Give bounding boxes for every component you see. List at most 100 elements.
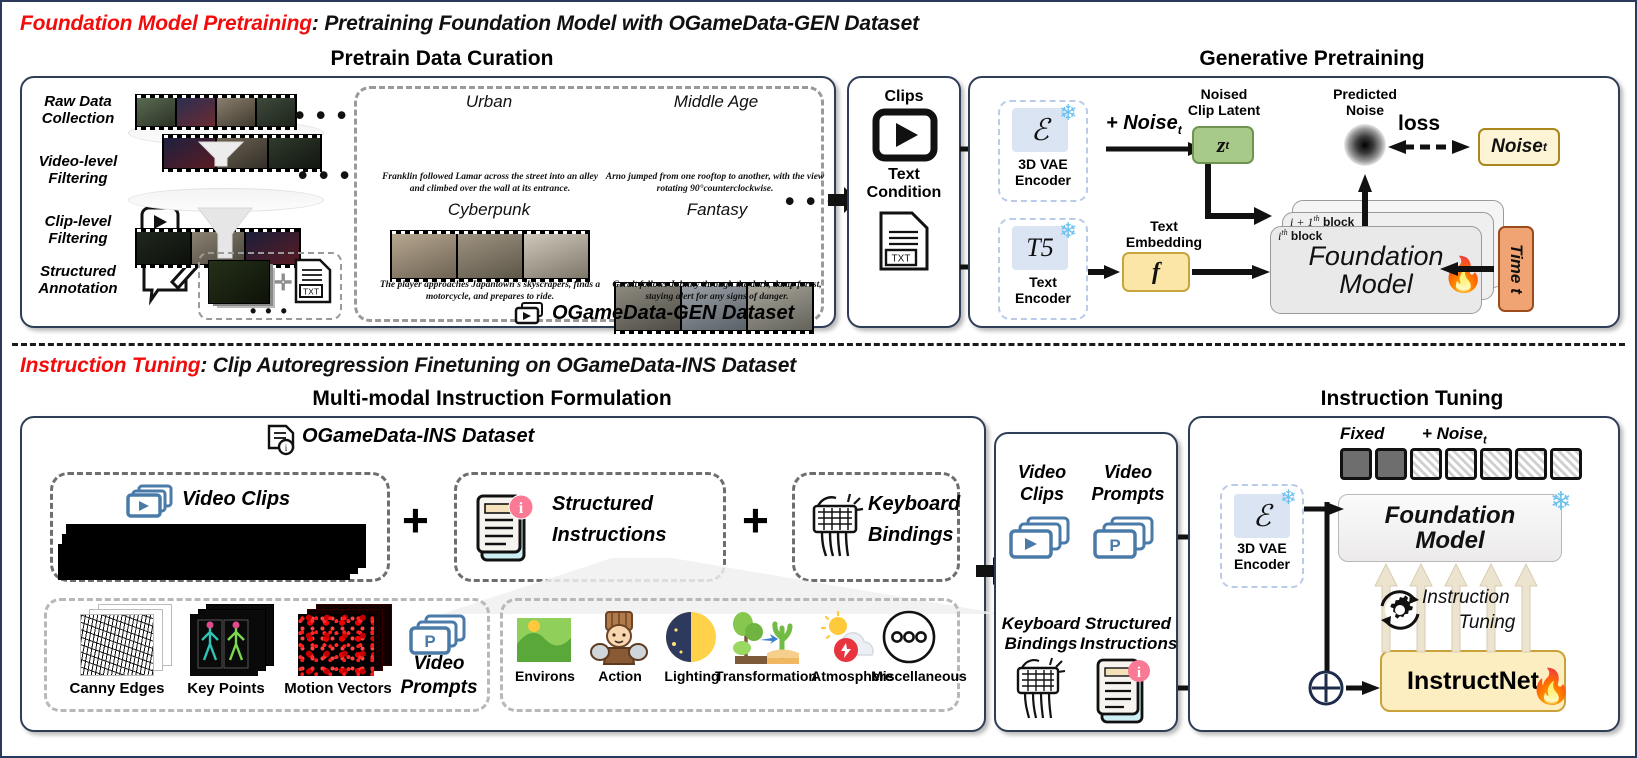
ellipsis-circle-icon — [882, 610, 936, 664]
video-clips-stack-icon — [126, 484, 173, 518]
video-prompts-input-label: Video Prompts — [1091, 462, 1165, 504]
ogamedata-ins-label: OGameData-INS Dataset — [302, 425, 535, 447]
motion-vectors-thumb — [298, 614, 374, 676]
canny-edges-thumb — [80, 614, 154, 676]
keyboard-bindings-icon — [812, 493, 864, 557]
video-clips-input-icon — [1009, 516, 1070, 559]
canny-edges-label: Canny Edges — [69, 680, 165, 697]
sample-caption-cyberpunk: The player approaches Japantown's skyscr… — [379, 280, 601, 302]
multimodal-instruction-title: Multi-modal Instruction Formulation — [312, 387, 672, 410]
noised-clip-latent-label: Noised Clip Latent — [1187, 86, 1261, 119]
text-embedding-label: Text Embedding — [1125, 218, 1203, 251]
video-prompts-stack-icon: P — [409, 614, 466, 655]
snowflake-icon-foundation-bottom: ❄ — [1550, 486, 1572, 516]
token-row — [1340, 448, 1582, 480]
svg-text:P: P — [1109, 536, 1120, 555]
video-prompts-label: Video Prompts — [400, 653, 478, 698]
plus-sign-small: ✛ — [274, 270, 293, 295]
genre-label-cyberpunk: Cyberpunk — [447, 200, 531, 219]
structured-instructions-input-icon: i — [1096, 658, 1150, 724]
category-label-miscellaneous: Miscellaneous — [871, 668, 967, 684]
stage-label-video-level-filtering: Video-level Filtering — [38, 153, 118, 187]
video-clips-label: Video Clips — [182, 488, 291, 510]
svg-text:i: i — [1137, 665, 1141, 681]
funnel-arrow-1-icon — [197, 141, 245, 167]
snowflake-icon-vae-bottom: ❄ — [1280, 487, 1297, 509]
pretrain-data-curation-title: Pretrain Data Curation — [330, 47, 554, 70]
loss-double-arrow-icon — [1388, 140, 1470, 154]
sample-caption-urban: Franklin followed Lamar across the stree… — [382, 172, 598, 194]
top-banner-bold: Foundation Model Pretraining — [20, 12, 312, 35]
clips-label: Clips — [884, 88, 924, 105]
svg-text:i: i — [519, 500, 524, 517]
ogamedata-gen-label: OGameData-GEN Dataset — [552, 302, 795, 324]
txt-file-icon: TXT — [294, 258, 332, 304]
structured-instructions-icon: i — [476, 494, 534, 562]
stage-label-raw-data: Raw Data Collection — [41, 93, 115, 127]
t5-encoder-label: Text Encoder — [1014, 274, 1071, 307]
structured-annotation-ellipsis: • • • — [250, 301, 289, 321]
video-level-ellipsis: • • • — [298, 160, 352, 190]
weather-icon — [820, 610, 874, 662]
text-embedding-box: f — [1122, 252, 1190, 292]
genre-label-middle-age: Middle Age — [673, 92, 759, 111]
key-points-label: Key Points — [187, 680, 265, 697]
token-fixed-2 — [1375, 448, 1407, 480]
instruction-tuning-title: Instruction Tuning — [1320, 387, 1504, 410]
annotated-clip-thumb — [208, 260, 270, 304]
arrow-foundation-to-prediction-icon — [1358, 174, 1372, 226]
video-stack-icon-gen — [514, 302, 543, 325]
token-noise-3 — [1480, 448, 1512, 480]
instruction-tuning-label: Instruction Tuning — [1422, 587, 1516, 633]
top-banner-rest: : Pretraining Foundation Model with OGam… — [311, 12, 919, 35]
motion-vectors-label: Motion Vectors — [284, 680, 392, 697]
structured-instructions-input-label: Structured Instructions — [1080, 614, 1178, 654]
vae-encoder-label: 3D VAE Encoder — [1014, 156, 1071, 189]
plants-icon — [733, 612, 799, 664]
arrow-time-to-foundation-icon — [1440, 262, 1494, 276]
funnel-arrow-2-icon — [196, 207, 254, 259]
time-t-box: Time t — [1498, 226, 1534, 312]
category-label-environs: Environs — [515, 668, 575, 684]
video-prompts-input-icon: P — [1093, 516, 1154, 559]
text-condition-txt-icon: TXT — [879, 211, 929, 271]
plus-sign-1: + — [402, 494, 429, 546]
stage-label-clip-level-filtering: Clip-level Filtering — [44, 213, 112, 247]
snowflake-icon-vae: ❄ — [1059, 100, 1078, 125]
raw-data-ellipsis: • • • — [295, 100, 349, 130]
arrow-f-to-foundation-icon — [1192, 265, 1270, 279]
arrow-sum-to-instructnet-icon — [1346, 681, 1380, 695]
bottom-banner: Instruction Tuning: Clip Autoregression … — [20, 354, 796, 378]
predicted-noise-blob — [1344, 124, 1386, 166]
keyboard-bindings-input-icon — [1016, 657, 1066, 719]
svg-text:P: P — [424, 632, 435, 651]
video-clip-stack-back — [66, 524, 366, 568]
arrow-to-latent-icon — [1106, 142, 1204, 156]
sample-film-urban — [390, 230, 590, 282]
fire-icon-instructnet: 🔥 — [1530, 668, 1573, 706]
vae-encoder-label-bottom: 3D VAE Encoder — [1233, 540, 1290, 573]
snowflake-icon-t5: ❄ — [1059, 218, 1078, 243]
video-clips-input-label: Video Clips — [1017, 462, 1067, 504]
add-noise-label-bottom: + Noiset — [1422, 424, 1487, 447]
svg-text:TXT: TXT — [303, 287, 319, 297]
gear-refresh-icon — [1380, 590, 1420, 630]
sum-operator-icon — [1308, 670, 1344, 706]
section-divider — [12, 343, 1625, 346]
token-noise-4 — [1515, 448, 1547, 480]
keyboard-bindings-input-label: Keyboard Bindings — [1001, 614, 1081, 654]
figure-root: Foundation Model Pretraining: Pretrainin… — [0, 0, 1637, 758]
key-points-thumb — [190, 614, 258, 676]
token-noise-5 — [1550, 448, 1582, 480]
text-condition-label: Text Condition — [866, 166, 942, 202]
svg-text:TXT: TXT — [892, 254, 911, 265]
ins-dataset-icon: i — [267, 424, 295, 456]
clips-play-icon — [872, 108, 938, 162]
sample-caption-fantasy: Geralt follows Johnny through the dark, … — [612, 280, 822, 302]
bottom-banner-rest: : Clip Autoregression Finetuning on OGam… — [200, 354, 797, 377]
token-fixed-1 — [1340, 448, 1372, 480]
foundation-model-box-bottom: Foundation Model — [1338, 494, 1562, 562]
top-banner: Foundation Model Pretraining: Pretrainin… — [20, 12, 919, 36]
landscape-icon — [517, 618, 571, 662]
noised-latent-box: zt — [1192, 126, 1254, 164]
